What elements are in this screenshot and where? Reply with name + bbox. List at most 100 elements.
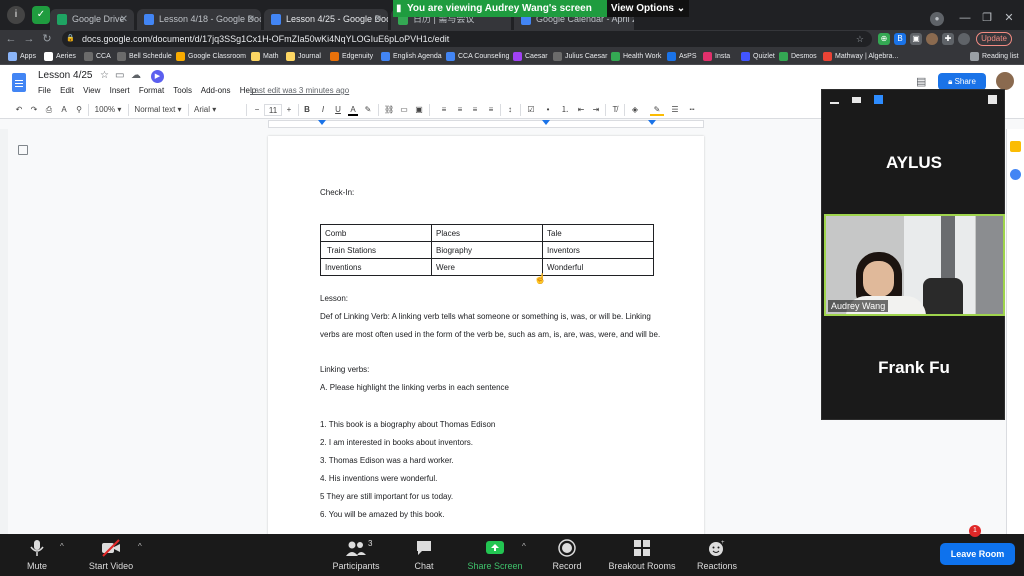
chat-button[interactable]: Chat <box>404 534 444 576</box>
keep-icon[interactable] <box>1010 141 1021 152</box>
table-cell[interactable]: Inventors <box>542 241 654 259</box>
tab-lesson-4-25[interactable]: Lesson 4/25 - Google Docs ✕ <box>264 9 388 30</box>
bookmark-julius-caesar[interactable]: Julius Caesar <box>553 48 607 65</box>
clear-formatting-icon[interactable]: T̸ <box>610 104 620 116</box>
forward-icon[interactable]: → <box>22 31 36 47</box>
table-cell[interactable]: Inventions <box>320 258 432 276</box>
account-icon[interactable] <box>958 33 970 45</box>
minimize-icon[interactable]: — <box>956 10 974 26</box>
numbered-list-icon[interactable]: ⒈ <box>560 104 570 116</box>
extension-icon[interactable]: ▣ <box>910 33 922 45</box>
align-justify-icon[interactable]: ≡ <box>486 104 496 116</box>
record-button[interactable]: Record <box>546 534 588 576</box>
table-cell[interactable]: Wonderful <box>542 258 654 276</box>
cloud-status-icon[interactable]: ☁ <box>131 70 141 81</box>
reload-icon[interactable]: ↻ <box>40 31 54 47</box>
bookmark-quizlet[interactable]: Quizlet <box>741 48 775 65</box>
indent-decrease-icon[interactable]: ⇤ <box>576 104 586 116</box>
border-width-icon[interactable]: ☰ <box>670 104 680 116</box>
profile-avatar-icon[interactable] <box>926 33 938 45</box>
underline-icon[interactable]: U <box>333 104 343 116</box>
docs-logo-icon[interactable] <box>12 73 26 92</box>
line-spacing-icon[interactable]: ↕ <box>505 104 515 116</box>
last-edit-link[interactable]: Last edit was 3 minutes ago <box>250 86 349 95</box>
cell-background-icon[interactable]: ◈ <box>629 104 641 116</box>
bookmark-insta[interactable]: Insta <box>703 48 730 65</box>
vertical-ruler[interactable] <box>0 129 8 534</box>
print-icon[interactable]: ⎙ <box>44 104 54 116</box>
link-icon[interactable]: ⛓ <box>384 104 394 116</box>
zoom-info-icon[interactable]: i <box>7 6 25 24</box>
bold-icon[interactable]: B <box>302 104 312 116</box>
menu-format[interactable]: Format <box>139 86 164 95</box>
bookmark-journal[interactable]: Journal <box>286 48 321 65</box>
mute-options-caret[interactable]: ^ <box>60 542 64 551</box>
menu-file[interactable]: File <box>38 86 51 95</box>
start-video-button[interactable]: Start Video <box>80 534 142 576</box>
bookmark-aeries[interactable]: Aeries <box>44 48 76 65</box>
view-options-button[interactable]: View Options ⌄ <box>607 0 689 17</box>
checklist-icon[interactable]: ☑ <box>526 104 536 116</box>
window-close-icon[interactable]: ✕ <box>1000 10 1018 26</box>
redo-icon[interactable]: ↷ <box>29 104 39 116</box>
style-select[interactable]: Normal text ▾ <box>134 104 182 116</box>
maximize-icon[interactable]: ❐ <box>978 10 996 26</box>
document-outline-icon[interactable] <box>18 145 28 155</box>
document-page[interactable]: Check-In: Comb Places Tale Train Station… <box>268 136 704 556</box>
speaker-view-icon[interactable] <box>852 97 861 103</box>
font-size-decrease-icon[interactable]: − <box>252 104 262 116</box>
bookmark-asps[interactable]: AsPS <box>667 48 697 65</box>
close-icon[interactable]: ✕ <box>120 9 128 30</box>
menu-view[interactable]: View <box>83 86 100 95</box>
paint-format-icon[interactable]: ⚲ <box>74 104 84 116</box>
bookmark-edgenuity[interactable]: Edgenuity <box>330 48 373 65</box>
undo-icon[interactable]: ↶ <box>14 104 24 116</box>
bookmark-math[interactable]: Math <box>251 48 279 65</box>
close-icon[interactable]: ✕ <box>374 9 382 30</box>
minimize-icon[interactable] <box>830 102 839 104</box>
participants-button[interactable]: 3 Participants <box>326 534 386 576</box>
table-cell[interactable]: Tale <box>542 224 654 242</box>
share-screen-button[interactable]: Share Screen <box>462 534 528 576</box>
indent-marker-icon[interactable] <box>318 120 326 125</box>
bookmark-cca[interactable]: CCA <box>84 48 111 65</box>
exit-fullscreen-icon[interactable] <box>988 95 997 104</box>
align-center-icon[interactable]: ≡ <box>455 104 465 116</box>
profile-icon[interactable]: ● <box>930 12 944 26</box>
indent-increase-icon[interactable]: ⇥ <box>591 104 601 116</box>
bookmark-mathway[interactable]: Mathway | Algebra... <box>823 48 898 65</box>
tab-stop-icon[interactable] <box>542 120 550 125</box>
italic-icon[interactable]: I <box>318 104 328 116</box>
comment-history-icon[interactable]: ▤ <box>916 75 926 88</box>
extension-icon[interactable]: ⊕ <box>878 33 890 45</box>
menu-tools[interactable]: Tools <box>173 86 192 95</box>
zoom-shield-icon[interactable]: ✓ <box>32 6 50 24</box>
participant-tile-aylus[interactable]: AYLUS <box>822 153 1006 173</box>
update-button[interactable]: Update <box>976 32 1012 46</box>
move-folder-icon[interactable]: ▭ <box>115 70 124 81</box>
bookmark-google-classroom[interactable]: Google Classroom <box>176 48 246 65</box>
zoom-select[interactable]: 100% ▾ <box>94 104 122 116</box>
address-bar[interactable]: 🔒 docs.google.com/document/d/17jq3SSg1Cx… <box>62 31 872 47</box>
table-cell[interactable]: Were <box>431 258 543 276</box>
document-title[interactable]: Lesson 4/25 <box>38 70 93 81</box>
align-right-icon[interactable]: ≡ <box>470 104 480 116</box>
share-button[interactable]: 🔒︎ Share <box>938 73 986 90</box>
font-size-increase-icon[interactable]: + <box>284 104 294 116</box>
star-icon[interactable]: ☆ <box>100 70 109 81</box>
bookmark-caesar[interactable]: Caesar <box>513 48 548 65</box>
gallery-view-icon[interactable] <box>874 95 883 104</box>
bookmark-apps[interactable]: Apps <box>8 48 36 65</box>
table-cell[interactable]: Places <box>431 224 543 242</box>
extension-beta-icon[interactable]: B <box>894 33 906 45</box>
menu-insert[interactable]: Insert <box>110 86 130 95</box>
tab-lesson-4-18[interactable]: Lesson 4/18 - Google Docs ✕ <box>137 9 261 30</box>
reading-list[interactable]: Reading list <box>970 48 1019 65</box>
highlight-icon[interactable]: ✎ <box>363 104 373 116</box>
leave-room-button[interactable]: Leave Room <box>940 543 1015 565</box>
bookmark-desmos[interactable]: Desmos <box>779 48 817 65</box>
table-cell[interactable]: Biography <box>431 241 543 259</box>
text-color-icon[interactable]: A <box>348 104 358 116</box>
reactions-button[interactable]: + Reactions <box>692 534 742 576</box>
bookmark-cca-counseling[interactable]: CCA Counseling <box>446 48 509 65</box>
